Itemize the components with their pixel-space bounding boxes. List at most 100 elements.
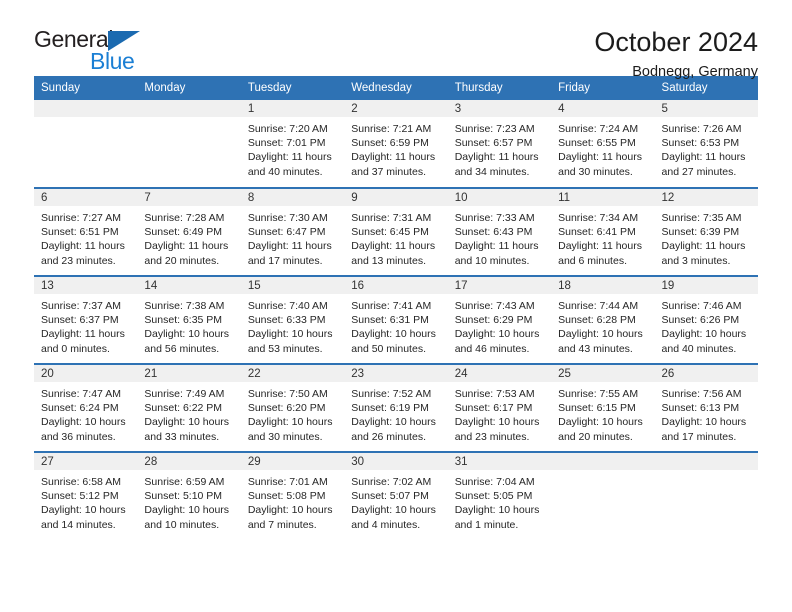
day-number bbox=[34, 100, 138, 117]
calendar-day-cell[interactable]: 14 Sunrise: 7:38 AM Sunset: 6:35 PM Dayligh… bbox=[137, 275, 241, 364]
day-details: Sunrise: 7:40 AM Sunset: 6:33 PM Daylight:… bbox=[241, 294, 344, 356]
calendar-day-cell[interactable]: 4 Sunrise: 7:24 AM Sunset: 6:55 PM Daylight… bbox=[551, 100, 655, 188]
calendar-day-cell[interactable]: 1 Sunrise: 7:20 AM Sunset: 7:01 PM Daylight… bbox=[240, 100, 345, 188]
daylight-text-line2: and 17 minutes. bbox=[247, 254, 323, 267]
calendar-day-cell[interactable]: 10 Sunrise: 7:33 AM Sunset: 6:43 PM Dayligh… bbox=[447, 187, 552, 276]
daylight-text-line1: Daylight: 11 hours bbox=[661, 240, 746, 253]
daylight-text-line1: Daylight: 11 hours bbox=[558, 151, 642, 164]
calendar-day-cell[interactable]: 7 Sunrise: 7:28 AM Sunset: 6:49 PM Daylight… bbox=[137, 187, 241, 276]
daylight-text-line1: Daylight: 11 hours bbox=[351, 151, 436, 164]
sunset-text: Sunset: 7:01 PM bbox=[247, 137, 326, 150]
day-number: 9 bbox=[344, 189, 448, 206]
calendar-day-cell[interactable]: 17 Sunrise: 7:43 AM Sunset: 6:29 PM Dayligh… bbox=[447, 275, 552, 364]
day-number: 31 bbox=[447, 453, 552, 470]
calendar-week-row: 27 Sunrise: 6:58 AM Sunset: 5:12 PM Dayligh… bbox=[34, 451, 758, 540]
calendar-day-cell[interactable]: 16 Sunrise: 7:41 AM Sunset: 6:31 PM Dayligh… bbox=[344, 275, 448, 364]
calendar-day-cell[interactable]: 9 Sunrise: 7:31 AM Sunset: 6:45 PM Daylight… bbox=[344, 187, 448, 276]
calendar-day-cell[interactable]: 21 Sunrise: 7:49 AM Sunset: 6:22 PM Dayligh… bbox=[137, 363, 241, 452]
daylight-text-line2: and 10 minutes. bbox=[144, 518, 220, 531]
calendar-empty-cell bbox=[34, 100, 138, 188]
day-details: Sunrise: 7:49 AM Sunset: 6:22 PM Daylight:… bbox=[137, 382, 240, 444]
day-number: 26 bbox=[654, 365, 758, 382]
day-details: Sunrise: 7:46 AM Sunset: 6:26 PM Daylight:… bbox=[655, 294, 758, 356]
calendar-day-cell[interactable]: 27 Sunrise: 6:58 AM Sunset: 5:12 PM Dayligh… bbox=[34, 451, 138, 540]
page-title: October 2024 bbox=[594, 27, 758, 57]
day-details: Sunrise: 7:01 AM Sunset: 5:08 PM Daylight:… bbox=[241, 470, 344, 532]
sunset-text: Sunset: 6:22 PM bbox=[144, 402, 223, 415]
calendar-day-cell[interactable]: 8 Sunrise: 7:30 AM Sunset: 6:47 PM Daylight… bbox=[240, 187, 345, 276]
day-number: 2 bbox=[344, 100, 448, 117]
daylight-text-line2: and 30 minutes. bbox=[247, 430, 323, 443]
day-number bbox=[137, 100, 241, 117]
sunrise-text: Sunrise: 6:59 AM bbox=[144, 476, 225, 488]
sunset-text: Sunset: 6:33 PM bbox=[247, 314, 326, 327]
day-details: Sunrise: 7:24 AM Sunset: 6:55 PM Daylight:… bbox=[551, 117, 654, 179]
sunset-text: Sunset: 5:05 PM bbox=[454, 490, 533, 503]
weekday-header-tuesday: Tuesday bbox=[240, 76, 345, 100]
sunrise-text: Sunrise: 7:44 AM bbox=[558, 300, 639, 312]
calendar-week-row: 20 Sunrise: 7:47 AM Sunset: 6:24 PM Dayligh… bbox=[34, 363, 758, 452]
sunrise-text: Sunrise: 7:38 AM bbox=[144, 300, 225, 312]
day-number: 15 bbox=[240, 277, 345, 294]
day-details: Sunrise: 7:44 AM Sunset: 6:28 PM Daylight:… bbox=[551, 294, 654, 356]
sunrise-text: Sunrise: 7:34 AM bbox=[558, 212, 639, 224]
sunrise-text: Sunrise: 7:21 AM bbox=[351, 123, 432, 135]
sunset-text: Sunset: 6:41 PM bbox=[558, 226, 636, 239]
calendar-day-cell[interactable]: 29 Sunrise: 7:01 AM Sunset: 5:08 PM Dayligh… bbox=[240, 451, 345, 540]
daylight-text-line2: and 37 minutes. bbox=[351, 165, 426, 178]
calendar-day-cell[interactable]: 6 Sunrise: 7:27 AM Sunset: 6:51 PM Daylight… bbox=[34, 187, 138, 276]
calendar-day-cell[interactable]: 13 Sunrise: 7:37 AM Sunset: 6:37 PM Dayligh… bbox=[34, 275, 138, 364]
calendar-day-cell[interactable]: 2 Sunrise: 7:21 AM Sunset: 6:59 PM Daylight… bbox=[344, 100, 448, 188]
calendar-day-cell[interactable]: 24 Sunrise: 7:53 AM Sunset: 6:17 PM Dayligh… bbox=[447, 363, 552, 452]
calendar-day-cell[interactable]: 31 Sunrise: 7:04 AM Sunset: 5:05 PM Dayligh… bbox=[447, 451, 552, 540]
calendar-day-cell[interactable]: 12 Sunrise: 7:35 AM Sunset: 6:39 PM Dayligh… bbox=[654, 187, 758, 276]
weekday-header-sunday: Sunday bbox=[34, 76, 138, 100]
calendar-day-cell[interactable]: 26 Sunrise: 7:56 AM Sunset: 6:13 PM Dayligh… bbox=[654, 363, 758, 452]
day-details: Sunrise: 7:52 AM Sunset: 6:19 PM Daylight:… bbox=[344, 382, 447, 444]
day-number: 16 bbox=[344, 277, 448, 294]
daylight-text-line2: and 4 minutes. bbox=[351, 518, 421, 531]
sunrise-sunset-calendar: Sunday Monday Tuesday Wednesday Thursday… bbox=[34, 76, 758, 540]
day-details: Sunrise: 7:04 AM Sunset: 5:05 PM Daylight:… bbox=[448, 470, 551, 532]
calendar-week-row: 6 Sunrise: 7:27 AM Sunset: 6:51 PM Daylight… bbox=[34, 187, 758, 276]
daylight-text-line2: and 17 minutes. bbox=[661, 430, 737, 443]
sunrise-text: Sunrise: 7:01 AM bbox=[247, 476, 328, 488]
calendar-empty-cell bbox=[551, 451, 655, 540]
sunset-text: Sunset: 6:43 PM bbox=[454, 226, 533, 239]
calendar-day-cell[interactable]: 30 Sunrise: 7:02 AM Sunset: 5:07 PM Dayligh… bbox=[344, 451, 448, 540]
day-number: 19 bbox=[654, 277, 758, 294]
calendar-day-cell[interactable]: 19 Sunrise: 7:46 AM Sunset: 6:26 PM Dayligh… bbox=[654, 275, 758, 364]
calendar-day-cell[interactable]: 25 Sunrise: 7:55 AM Sunset: 6:15 PM Dayligh… bbox=[551, 363, 655, 452]
calendar-day-cell[interactable]: 23 Sunrise: 7:52 AM Sunset: 6:19 PM Dayligh… bbox=[344, 363, 448, 452]
calendar-day-cell[interactable]: 28 Sunrise: 6:59 AM Sunset: 5:10 PM Dayligh… bbox=[137, 451, 241, 540]
day-details bbox=[137, 117, 240, 122]
sunrise-text: Sunrise: 7:43 AM bbox=[454, 300, 535, 312]
sunset-text: Sunset: 6:17 PM bbox=[454, 402, 533, 415]
day-details: Sunrise: 7:28 AM Sunset: 6:49 PM Daylight:… bbox=[137, 206, 240, 268]
sunset-text: Sunset: 5:07 PM bbox=[351, 490, 429, 503]
daylight-text-line1: Daylight: 10 hours bbox=[41, 416, 126, 429]
calendar-day-cell[interactable]: 11 Sunrise: 7:34 AM Sunset: 6:41 PM Dayligh… bbox=[551, 187, 655, 276]
sunrise-text: Sunrise: 7:56 AM bbox=[661, 388, 742, 400]
day-number: 18 bbox=[551, 277, 655, 294]
calendar-day-cell[interactable]: 20 Sunrise: 7:47 AM Sunset: 6:24 PM Dayligh… bbox=[34, 363, 138, 452]
sunset-text: Sunset: 6:24 PM bbox=[41, 402, 119, 415]
daylight-text-line1: Daylight: 10 hours bbox=[454, 328, 540, 341]
daylight-text-line2: and 6 minutes. bbox=[558, 254, 627, 267]
sunset-text: Sunset: 6:45 PM bbox=[351, 226, 429, 239]
day-number: 8 bbox=[240, 189, 345, 206]
calendar-day-cell[interactable]: 15 Sunrise: 7:40 AM Sunset: 6:33 PM Dayligh… bbox=[240, 275, 345, 364]
calendar-day-cell[interactable]: 18 Sunrise: 7:44 AM Sunset: 6:28 PM Dayligh… bbox=[551, 275, 655, 364]
day-number: 6 bbox=[34, 189, 138, 206]
sunset-text: Sunset: 6:55 PM bbox=[558, 137, 636, 150]
daylight-text-line2: and 1 minute. bbox=[454, 518, 519, 531]
sunrise-text: Sunrise: 7:47 AM bbox=[41, 388, 121, 400]
calendar-empty-cell bbox=[137, 100, 241, 188]
calendar-day-cell[interactable]: 3 Sunrise: 7:23 AM Sunset: 6:57 PM Daylight… bbox=[447, 100, 552, 188]
calendar-day-cell[interactable]: 5 Sunrise: 7:26 AM Sunset: 6:53 PM Daylight… bbox=[654, 100, 758, 188]
calendar-day-cell[interactable]: 22 Sunrise: 7:50 AM Sunset: 6:20 PM Dayligh… bbox=[240, 363, 345, 452]
day-number: 7 bbox=[137, 189, 241, 206]
sunset-text: Sunset: 6:35 PM bbox=[144, 314, 223, 327]
daylight-text-line2: and 40 minutes. bbox=[247, 165, 323, 178]
daylight-text-line1: Daylight: 10 hours bbox=[351, 504, 436, 517]
